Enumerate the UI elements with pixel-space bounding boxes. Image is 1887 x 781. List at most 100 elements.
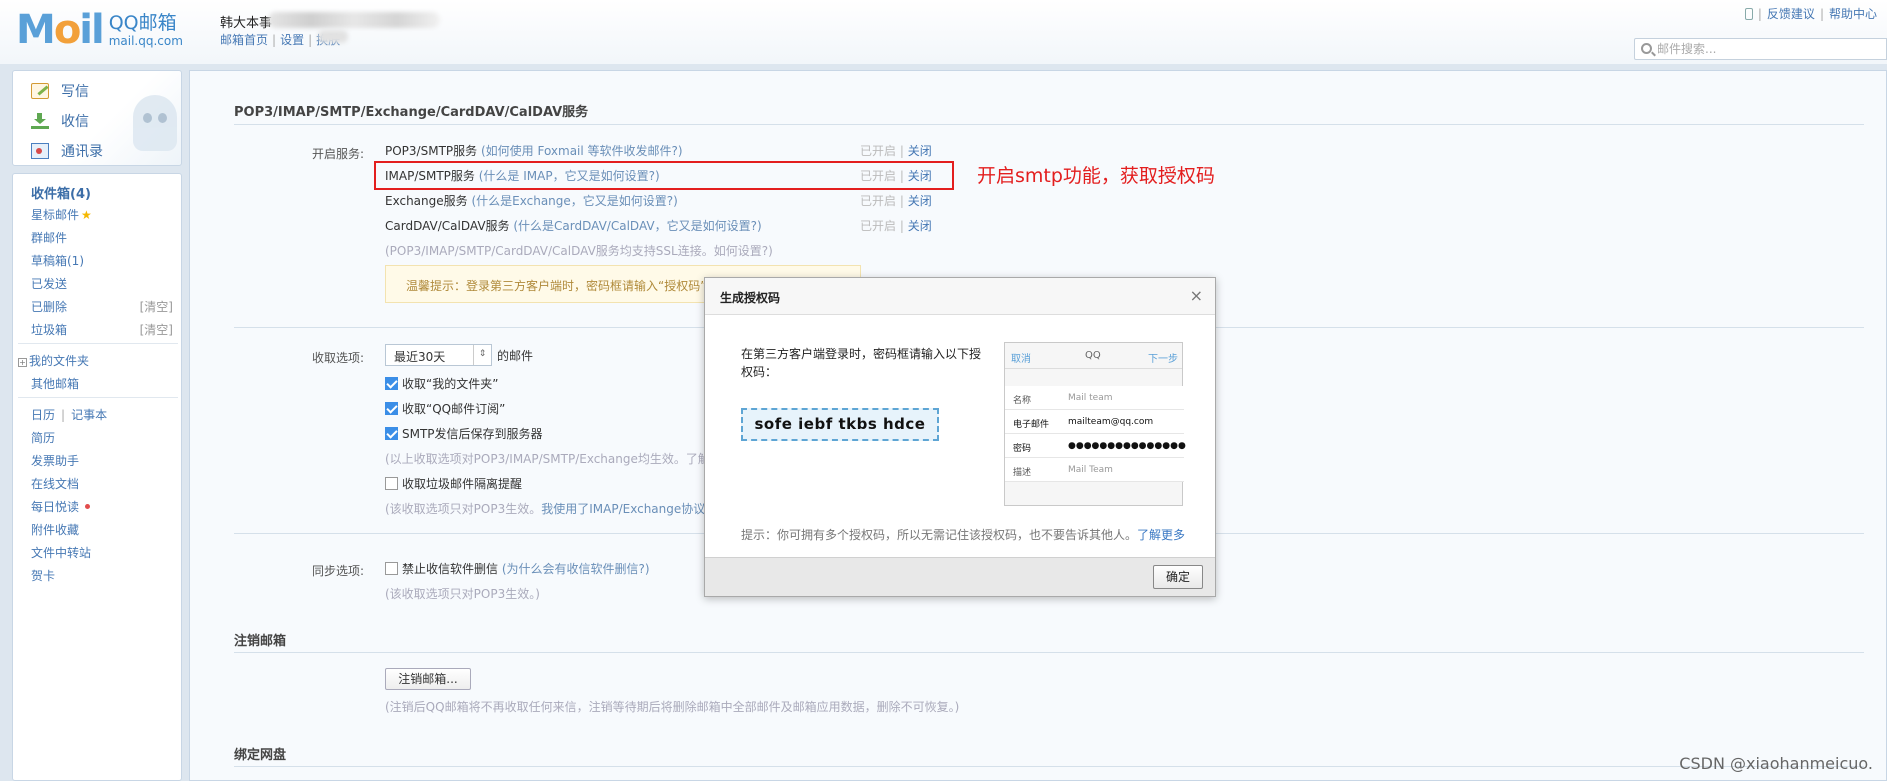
search-input[interactable] xyxy=(1657,41,1877,57)
app-resume[interactable]: 简历 xyxy=(31,429,55,446)
section-divider xyxy=(234,652,1864,653)
folder-spam[interactable]: 垃圾箱 xyxy=(31,321,67,338)
receive-range-select[interactable]: 最近30天 ⇕ xyxy=(385,344,492,366)
blurred-account xyxy=(268,12,440,28)
section-divider xyxy=(234,124,1864,125)
qq-mail-logo[interactable]: Moil QQ邮箱 mail.qq.com xyxy=(16,10,183,50)
checkbox[interactable] xyxy=(385,402,398,415)
opt-my-folders[interactable]: 收取“我的文件夹” xyxy=(385,375,498,392)
app-docs[interactable]: 在线文档 xyxy=(31,475,79,492)
folder-starred[interactable]: 星标邮件 ★ xyxy=(31,206,92,223)
receive-mail-button[interactable]: 收信 xyxy=(31,111,89,131)
search-icon[interactable] xyxy=(1641,43,1652,54)
cancel-account-title: 注销邮箱 xyxy=(234,634,287,649)
help-link[interactable]: (如何使用 Foxmail 等软件收发邮件?) xyxy=(481,144,683,158)
phone-setup-illustration: 取消 QQ 下一步 名称 Mail team 电子邮件 mailteam@qq.co… xyxy=(1004,342,1186,506)
receive-note: (以上收取选项对POP3/IMAP/SMTP/Exchange均生效。了解更多) xyxy=(385,452,739,466)
download-icon xyxy=(31,113,49,129)
phone-row: 密码 ●●●●●●●●●●●●●●● xyxy=(1005,434,1186,458)
cancel-account-button[interactable]: 注销邮箱... xyxy=(385,668,471,690)
csdn-watermark: CSDN @xiaohanmeicuo. xyxy=(1679,754,1873,773)
link-feedback[interactable]: 反馈建议 xyxy=(1767,7,1815,21)
auth-code-dialog: 生成授权码 × 在第三方客户端登录时，密码框请输入以下授权码： sofe ieb… xyxy=(704,277,1216,597)
close-pop3-link[interactable]: 关闭 xyxy=(908,144,932,158)
checkbox[interactable] xyxy=(385,562,398,575)
help-link[interactable]: (什么是Exchange，它又是如何设置?) xyxy=(471,194,677,208)
contacts-icon xyxy=(31,143,49,159)
opt-qq-subscription[interactable]: 收取“QQ邮件订阅” xyxy=(385,400,505,417)
checkbox[interactable] xyxy=(385,427,398,440)
star-icon: ★ xyxy=(81,208,92,222)
open-service-label: 开启服务: xyxy=(311,147,364,161)
write-mail-button[interactable]: 写信 xyxy=(31,81,89,101)
compose-panel: 写信 收信 通讯录 xyxy=(12,70,182,166)
phone-title: QQ xyxy=(1085,350,1101,361)
phone-row: 描述 Mail Team xyxy=(1005,458,1184,482)
link-help[interactable]: 帮助中心 xyxy=(1829,7,1877,21)
link-settings[interactable]: 设置 xyxy=(280,33,304,47)
link-mail-home[interactable]: 邮箱首页 xyxy=(220,33,268,47)
opt-smtp-save[interactable]: SMTP发信后保存到服务器 xyxy=(385,425,543,442)
checkbox[interactable] xyxy=(385,477,398,490)
phone-row: 电子邮件 mailteam@qq.com xyxy=(1005,410,1184,434)
app-attachments[interactable]: 附件收藏 xyxy=(31,521,79,538)
logo-wordmark: Moil xyxy=(16,7,105,53)
auth-code[interactable]: sofe iebf tkbs hdce xyxy=(741,408,939,441)
imap-link[interactable]: 我使用了IMAP/Exchange协议 xyxy=(541,502,705,516)
cancel-note: (注销后QQ邮箱将不再收取任何来信，注销等待期后将删除邮箱中全部邮件及邮箱应用数… xyxy=(385,700,960,714)
ssl-note[interactable]: (POP3/IMAP/SMTP/CardDAV/CalDAV服务均支持SSL连接… xyxy=(385,242,773,259)
phone-next: 下一步 xyxy=(1148,354,1178,365)
close-exchange-link[interactable]: 关闭 xyxy=(908,194,932,208)
service-exchange: Exchange服务 (什么是Exchange，它又是如何设置?) xyxy=(385,194,678,208)
folder-inbox[interactable]: 收件箱(4) xyxy=(31,183,91,202)
mascot-illustration xyxy=(133,95,177,151)
app-notes[interactable]: 记事本 xyxy=(71,408,107,422)
help-link[interactable]: (为什么会有收信软件删信?) xyxy=(502,560,650,577)
service-pop3-state: 已开启 | 关闭 xyxy=(860,144,932,158)
app-transfer[interactable]: 文件中转站 xyxy=(31,544,91,561)
dialog-description: 在第三方客户端登录时，密码框请输入以下授权码： xyxy=(741,347,982,379)
folder-deleted[interactable]: 已删除 xyxy=(31,298,67,315)
help-link[interactable]: (什么是CardDAV/CalDAV，它又是如何设置?) xyxy=(513,219,761,233)
spam-note: (该收取选项只对POP3生效。我使用了IMAP/Exchange协议 xyxy=(385,502,706,516)
folder-other[interactable]: 其他邮箱 xyxy=(31,375,79,392)
phone-icon[interactable] xyxy=(1744,8,1753,20)
checkbox[interactable] xyxy=(385,377,398,390)
pencil-icon xyxy=(31,83,49,99)
folder-my-folders[interactable]: + 我的文件夹 xyxy=(18,352,89,369)
opt-forbid-delete[interactable]: 禁止收信软件删信 (为什么会有收信软件删信?) xyxy=(385,560,650,577)
service-exchange-state: 已开启 | 关闭 xyxy=(860,194,932,208)
sync-options-label: 同步选项: xyxy=(311,564,364,578)
folder-drafts[interactable]: 草稿箱(1) xyxy=(31,252,84,269)
folder-sent[interactable]: 已发送 xyxy=(31,275,67,292)
opt-spam-reminder[interactable]: 收取垃圾邮件隔离提醒 xyxy=(385,475,522,492)
app-invoice[interactable]: 发票助手 xyxy=(31,452,79,469)
empty-deleted-link[interactable]: [清空] xyxy=(140,298,173,315)
service-pop3: POP3/SMTP服务 (如何使用 Foxmail 等软件收发邮件?) xyxy=(385,144,683,158)
annotation-text: 开启smtp功能，获取授权码 xyxy=(977,165,1215,187)
close-icon[interactable]: × xyxy=(1190,286,1203,305)
app-daily[interactable]: 每日悦读 xyxy=(31,498,91,515)
receive-options-label: 收取选项: xyxy=(311,351,364,365)
blurred-link xyxy=(318,30,348,43)
divider xyxy=(18,397,178,398)
new-dot-icon xyxy=(85,504,91,509)
app-calendar-notes: 日历 | 记事本 xyxy=(31,408,108,422)
confirm-button[interactable]: 确定 xyxy=(1153,565,1203,589)
app-cards[interactable]: 贺卡 xyxy=(31,567,55,584)
header-bar: Moil QQ邮箱 mail.qq.com 韩大本事 邮箱首页|设置|换肤 |反… xyxy=(0,0,1887,64)
divider xyxy=(18,343,178,344)
learn-more-link[interactable]: 了解更多 xyxy=(1137,528,1185,542)
phone-row: 名称 Mail team xyxy=(1005,386,1184,410)
app-calendar[interactable]: 日历 xyxy=(31,408,55,422)
services-title: POP3/IMAP/SMTP/Exchange/CardDAV/CalDAV服务 xyxy=(234,105,589,120)
close-carddav-link[interactable]: 关闭 xyxy=(908,219,932,233)
expand-icon[interactable]: + xyxy=(18,358,27,367)
sync-note: (该收取选项只对POP3生效。) xyxy=(385,587,540,601)
empty-spam-link[interactable]: [清空] xyxy=(140,321,173,338)
contacts-button[interactable]: 通讯录 xyxy=(31,141,103,161)
receive-label: 收信 xyxy=(61,114,89,130)
folder-panel: 收件箱(4) 星标邮件 ★ 群邮件 草稿箱(1) 已发送 已删除 [清空] 垃圾箱… xyxy=(12,173,182,781)
dialog-footer: 确定 xyxy=(705,557,1215,596)
folder-group[interactable]: 群邮件 xyxy=(31,229,67,246)
